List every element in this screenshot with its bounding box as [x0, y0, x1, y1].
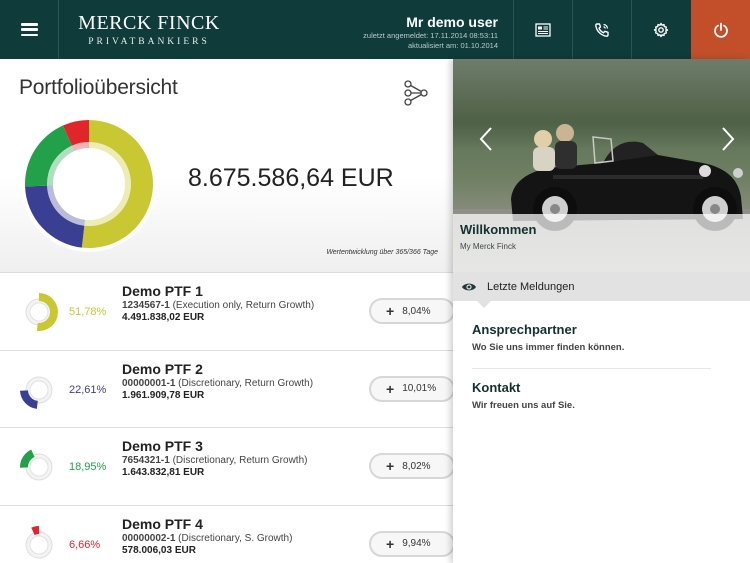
performance-value: 9,94%	[402, 538, 431, 549]
plus-icon: +	[386, 535, 395, 552]
contact-phone-button[interactable]	[572, 0, 631, 59]
performance-pill[interactable]: +9,94%	[369, 530, 455, 557]
mini-donut-hole	[29, 457, 49, 477]
hero-subtitle: My Merck Finck	[460, 242, 516, 251]
menu-button[interactable]	[0, 0, 59, 59]
portfolio-share-percent: 22,61%	[69, 383, 107, 396]
portfolio-value: 578.006,03 EUR	[122, 544, 196, 556]
logout-button[interactable]	[691, 0, 750, 59]
portfolio-account: 00000002-1 (Discretionary, S. Growth)	[122, 532, 293, 544]
portfolio-value: 4.491.838,02 EUR	[122, 312, 205, 323]
last-login: zuletzt angemeldet: 17.11.2014 08:53:11	[363, 31, 498, 40]
performance-pill[interactable]: +8,02%	[369, 453, 455, 479]
total-value: 8.675.586,64 EUR	[188, 164, 394, 192]
mini-donut-hole	[29, 535, 49, 554]
performance-pill[interactable]: +8,04%	[369, 298, 455, 324]
portfolio-name: Demo PTF 2	[122, 360, 203, 377]
portfolio-row[interactable]: 51,78% Demo PTF 1 1234567-1 (Execution o…	[0, 273, 455, 351]
performance-value: 10,01%	[402, 383, 437, 394]
portfolio-share-donut	[25, 293, 58, 331]
app-root: MERCK FINCK PRIVATBANKIERS Mr demo user …	[0, 0, 750, 563]
logo-tagline: PRIVATBANKIERS	[88, 37, 210, 47]
portfolio-share-percent: 18,95%	[69, 461, 107, 473]
portfolio-account: 1234567-1 (Execution only, Return Growth…	[122, 300, 315, 311]
contact-person-link[interactable]: Ansprechpartner Wo Sie uns immer finden …	[472, 322, 712, 353]
hero-title: Willkommen	[460, 222, 537, 237]
eye-icon	[462, 283, 476, 290]
portfolio-list: 51,78% Demo PTF 1 1234567-1 (Execution o…	[0, 273, 455, 563]
carousel-next-button[interactable]	[715, 125, 739, 153]
portfolio-share-donut	[20, 376, 53, 409]
portfolio-row[interactable]: 6,66% Demo PTF 4 00000002-1 (Discretiona…	[0, 505, 455, 563]
brand-logo: MERCK FINCK PRIVATBANKIERS	[60, 0, 238, 59]
user-info: Mr demo user zuletzt angemeldet: 17.11.2…	[363, 14, 498, 50]
carousel-prev-button[interactable]	[475, 125, 499, 153]
mini-donut-hole	[29, 302, 49, 322]
news-bar-notch	[477, 301, 491, 308]
settings-button[interactable]	[631, 0, 690, 59]
page-title: Portfolioübersicht	[19, 76, 178, 99]
portfolio-share-percent: 6,66%	[69, 538, 101, 551]
portfolio-value: 1.643.832,81 EUR	[122, 467, 205, 478]
user-name: Mr demo user	[406, 14, 498, 30]
info-item-subtitle: Wir freuen uns auf Sie.	[472, 400, 575, 411]
updated-date: aktualisiert am: 01.10.2014	[407, 41, 498, 50]
plus-icon: +	[386, 303, 395, 319]
chevron-left-icon	[479, 127, 492, 151]
contact-link[interactable]: Kontakt Wir freuen uns auf Sie.	[472, 380, 712, 411]
latest-news-bar[interactable]: Letzte Meldungen	[453, 272, 750, 308]
logo-wordmark: MERCK FINCK	[78, 12, 220, 34]
mini-donut-hole	[29, 380, 49, 399]
portfolio-account: 7654321-1 (Discretionary, Return Growth)	[122, 455, 308, 466]
portfolio-name: Demo PTF 1	[122, 283, 203, 299]
divider	[472, 368, 711, 369]
performance-note: Wertentwicklung über 365/366 Tage	[326, 249, 438, 256]
portfolio-value: 1.961.909,78 EUR	[122, 389, 205, 401]
top-bar: MERCK FINCK PRIVATBANKIERS Mr demo user …	[0, 0, 750, 59]
documents-button[interactable]	[513, 0, 572, 59]
portfolio-share-donut	[20, 449, 53, 481]
share-icon	[404, 80, 428, 106]
info-item-subtitle: Wo Sie uns immer finden können.	[472, 342, 625, 353]
donut-hole	[53, 148, 125, 220]
latest-news-label: Letzte Meldungen	[487, 280, 575, 293]
performance-value: 8,04%	[402, 305, 431, 317]
portfolio-row[interactable]: 18,95% Demo PTF 3 7654321-1 (Discretiona…	[0, 428, 455, 506]
portfolio-share-donut	[25, 525, 53, 558]
allocation-donut-chart	[21, 116, 157, 252]
gear-icon	[653, 22, 669, 37]
hero-caption: Willkommen My Merck Finck	[453, 214, 750, 272]
info-item-title: Ansprechpartner	[472, 322, 577, 337]
portfolio-account: 00000001-1 (Discretionary, Return Growth…	[122, 377, 314, 389]
portfolio-share-percent: 51,78%	[69, 306, 107, 318]
info-item-title: Kontakt	[472, 380, 521, 395]
chevron-right-icon	[722, 127, 735, 151]
power-icon	[713, 22, 728, 38]
portfolio-name: Demo PTF 4	[122, 515, 203, 532]
share-button[interactable]	[402, 79, 430, 107]
portfolio-row[interactable]: 22,61% Demo PTF 2 00000001-1 (Discretion…	[0, 350, 455, 428]
menu-icon	[20, 23, 38, 36]
performance-value: 8,02%	[402, 460, 431, 472]
portfolio-overview: Portfolioübersicht 8.675.586,64 EUR Wert…	[0, 59, 453, 273]
hero-carousel[interactable]: Willkommen My Merck Finck	[453, 59, 750, 272]
portfolio-name: Demo PTF 3	[122, 438, 203, 454]
phone-icon	[595, 22, 609, 37]
plus-icon: +	[386, 458, 395, 474]
info-panel: Willkommen My Merck Finck Letzte Meldung…	[453, 59, 750, 563]
document-icon	[535, 22, 551, 37]
portfolio-panel: Portfolioübersicht 8.675.586,64 EUR Wert…	[0, 59, 455, 563]
plus-icon: +	[386, 380, 395, 397]
performance-pill[interactable]: +10,01%	[369, 375, 455, 402]
